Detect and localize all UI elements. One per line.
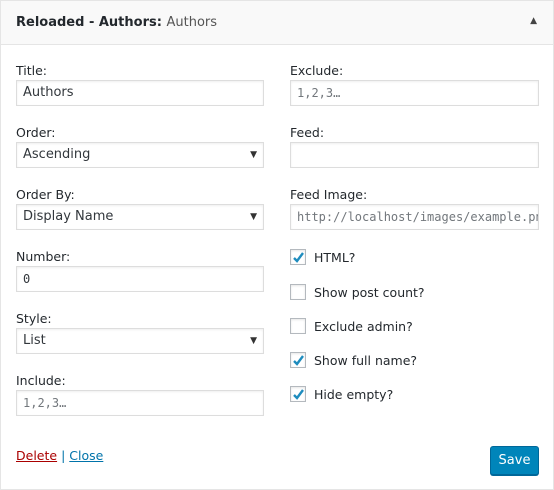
include-input[interactable]: 1,2,3…	[16, 390, 264, 416]
checkbox[interactable]	[290, 318, 306, 334]
checkmark-icon	[293, 355, 304, 366]
close-link[interactable]: Close	[69, 448, 103, 463]
checkbox-label[interactable]: HTML?	[314, 250, 355, 265]
checkbox-label[interactable]: Show full name?	[314, 353, 417, 368]
checkbox-label[interactable]: Hide empty?	[314, 387, 393, 402]
style-select[interactable]: List ▼	[16, 328, 264, 354]
widget-title: Reloaded - Authors: Authors	[16, 15, 218, 30]
number-label: Number:	[16, 249, 71, 264]
feed-input[interactable]	[290, 142, 539, 168]
checkbox-label[interactable]: Show post count?	[314, 285, 425, 300]
order-by-select[interactable]: Display Name ▼	[16, 204, 264, 230]
exclude-input[interactable]: 1,2,3…	[290, 80, 539, 106]
checkbox[interactable]	[290, 352, 306, 368]
widget-header[interactable]: Reloaded - Authors: Authors ▲	[1, 1, 553, 45]
checkbox-label[interactable]: Exclude admin?	[314, 319, 413, 334]
checkmark-icon	[293, 389, 304, 400]
save-button[interactable]: Save	[490, 446, 539, 475]
title-input[interactable]: Authors	[16, 80, 264, 106]
feed-image-label: Feed Image:	[290, 187, 368, 202]
number-input[interactable]: 0	[16, 266, 264, 292]
order-by-label: Order By:	[16, 187, 75, 202]
caret-down-icon: ▼	[250, 336, 257, 346]
include-label: Include:	[16, 373, 66, 388]
checkbox[interactable]	[290, 284, 306, 300]
order-label: Order:	[16, 125, 56, 140]
style-label: Style:	[16, 311, 52, 326]
order-select[interactable]: Ascending ▼	[16, 142, 264, 168]
widget-panel: Reloaded - Authors: Authors ▲	[0, 0, 554, 490]
title-label: Title:	[16, 63, 47, 78]
feed-image-input[interactable]: http://localhost/images/example.png	[290, 204, 539, 230]
feed-label: Feed:	[290, 125, 325, 140]
triangle-up-icon[interactable]: ▲	[530, 16, 537, 26]
exclude-label: Exclude:	[290, 63, 344, 78]
checkmark-icon	[293, 252, 304, 263]
caret-down-icon: ▼	[250, 212, 257, 222]
checkbox[interactable]	[290, 249, 306, 265]
delete-link[interactable]: Delete	[16, 448, 57, 463]
checkbox[interactable]	[290, 386, 306, 402]
footer-links: Delete | Close	[16, 448, 104, 463]
caret-down-icon: ▼	[250, 150, 257, 160]
